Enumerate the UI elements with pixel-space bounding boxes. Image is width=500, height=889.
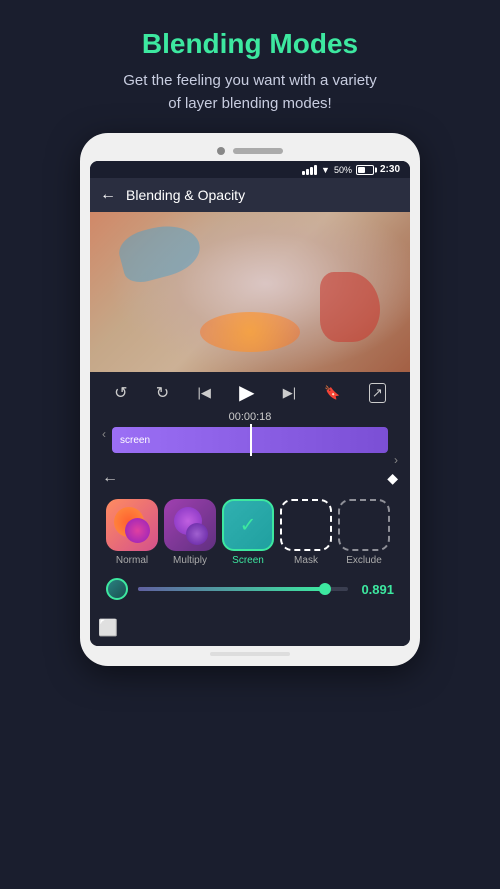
status-bar: ▼ 50% 2:30 (90, 161, 410, 178)
screen-selected-check: ✓ (240, 513, 257, 538)
bookmark-button[interactable]: 🔖 (324, 385, 340, 401)
opacity-row: 0.891 (98, 570, 402, 604)
bottom-strip: ⬜ (90, 610, 410, 646)
mask-icon (280, 499, 332, 551)
app-title: Blending & Opacity (126, 187, 245, 203)
header-section: Blending Modes Get the feeling you want … (0, 0, 500, 133)
phone-screen: ▼ 50% 2:30 ← Blending & Opacity ↺ ↻ |◀ ▶ (90, 161, 410, 646)
blend-back-button[interactable]: ← (102, 469, 118, 487)
blend-mode-normal[interactable]: Normal (106, 499, 158, 566)
phone-top-bar (90, 147, 410, 155)
exclude-label: Exclude (346, 555, 382, 566)
opacity-slider[interactable] (138, 587, 348, 591)
multiply-label: Multiply (173, 555, 207, 566)
redo-button[interactable]: ↻ (156, 383, 169, 403)
opacity-icon (106, 578, 128, 600)
normal-icon (106, 499, 158, 551)
blend-mode-exclude[interactable]: Exclude (338, 499, 390, 566)
page-subtitle: Get the feeling you want with a varietyo… (20, 70, 480, 115)
blend-mode-multiply[interactable]: Multiply (164, 499, 216, 566)
phone-speaker (233, 148, 283, 154)
blend-panel: ← ◆ Normal Multiply ✓ Screen (90, 459, 410, 610)
camera-dot (217, 147, 225, 155)
blend-mode-mask[interactable]: Mask (280, 499, 332, 566)
skip-start-button[interactable]: |◀ (197, 385, 210, 401)
page-title: Blending Modes (20, 28, 480, 60)
blend-modes-list: Normal Multiply ✓ Screen Mask (98, 495, 402, 570)
opacity-slider-fill (138, 587, 325, 591)
play-button[interactable]: ▶ (239, 380, 254, 405)
blend-mode-screen[interactable]: ✓ Screen (222, 499, 274, 566)
timeline-section: 00:00:18 ‹ screen › (90, 409, 410, 459)
timeline-right-arrow[interactable]: › (394, 453, 398, 467)
battery-icon (356, 165, 374, 175)
undo-button[interactable]: ↺ (114, 383, 127, 403)
timeline-left-arrow[interactable]: ‹ (102, 427, 106, 441)
timeline-track-container[interactable]: ‹ screen › (108, 427, 392, 453)
app-topbar: ← Blending & Opacity (90, 178, 410, 212)
timeline-track[interactable]: screen (112, 427, 388, 453)
storyboard-icon[interactable]: ⬜ (98, 618, 118, 638)
multiply-icon (164, 499, 216, 551)
wifi-icon: ▼ (321, 165, 330, 175)
back-button[interactable]: ← (100, 186, 116, 204)
blend-header: ← ◆ (98, 469, 402, 487)
phone-frame: ▼ 50% 2:30 ← Blending & Opacity ↺ ↻ |◀ ▶ (80, 133, 420, 666)
signal-icon (302, 165, 317, 175)
normal-label: Normal (116, 555, 148, 566)
opacity-value: 0.891 (358, 582, 394, 597)
playback-controls: ↺ ↻ |◀ ▶ ▶| 🔖 ↗ (90, 372, 410, 409)
timeline-track-label: screen (120, 435, 150, 446)
mask-label: Mask (294, 555, 318, 566)
diamond-icon: ◆ (387, 470, 398, 487)
timeline-playhead (250, 424, 252, 456)
screen-icon: ✓ (222, 499, 274, 551)
video-canvas (90, 212, 410, 372)
screen-label: Screen (232, 555, 264, 566)
phone-home-bar (210, 652, 290, 656)
timeline-timestamp: 00:00:18 (98, 411, 402, 423)
status-time: 2:30 (380, 164, 400, 175)
video-orange-overlay (200, 312, 300, 352)
opacity-slider-thumb (319, 583, 331, 595)
battery-percent: 50% (334, 165, 352, 175)
export-button[interactable]: ↗ (369, 383, 386, 403)
skip-end-button[interactable]: ▶| (283, 385, 296, 401)
exclude-icon (338, 499, 390, 551)
